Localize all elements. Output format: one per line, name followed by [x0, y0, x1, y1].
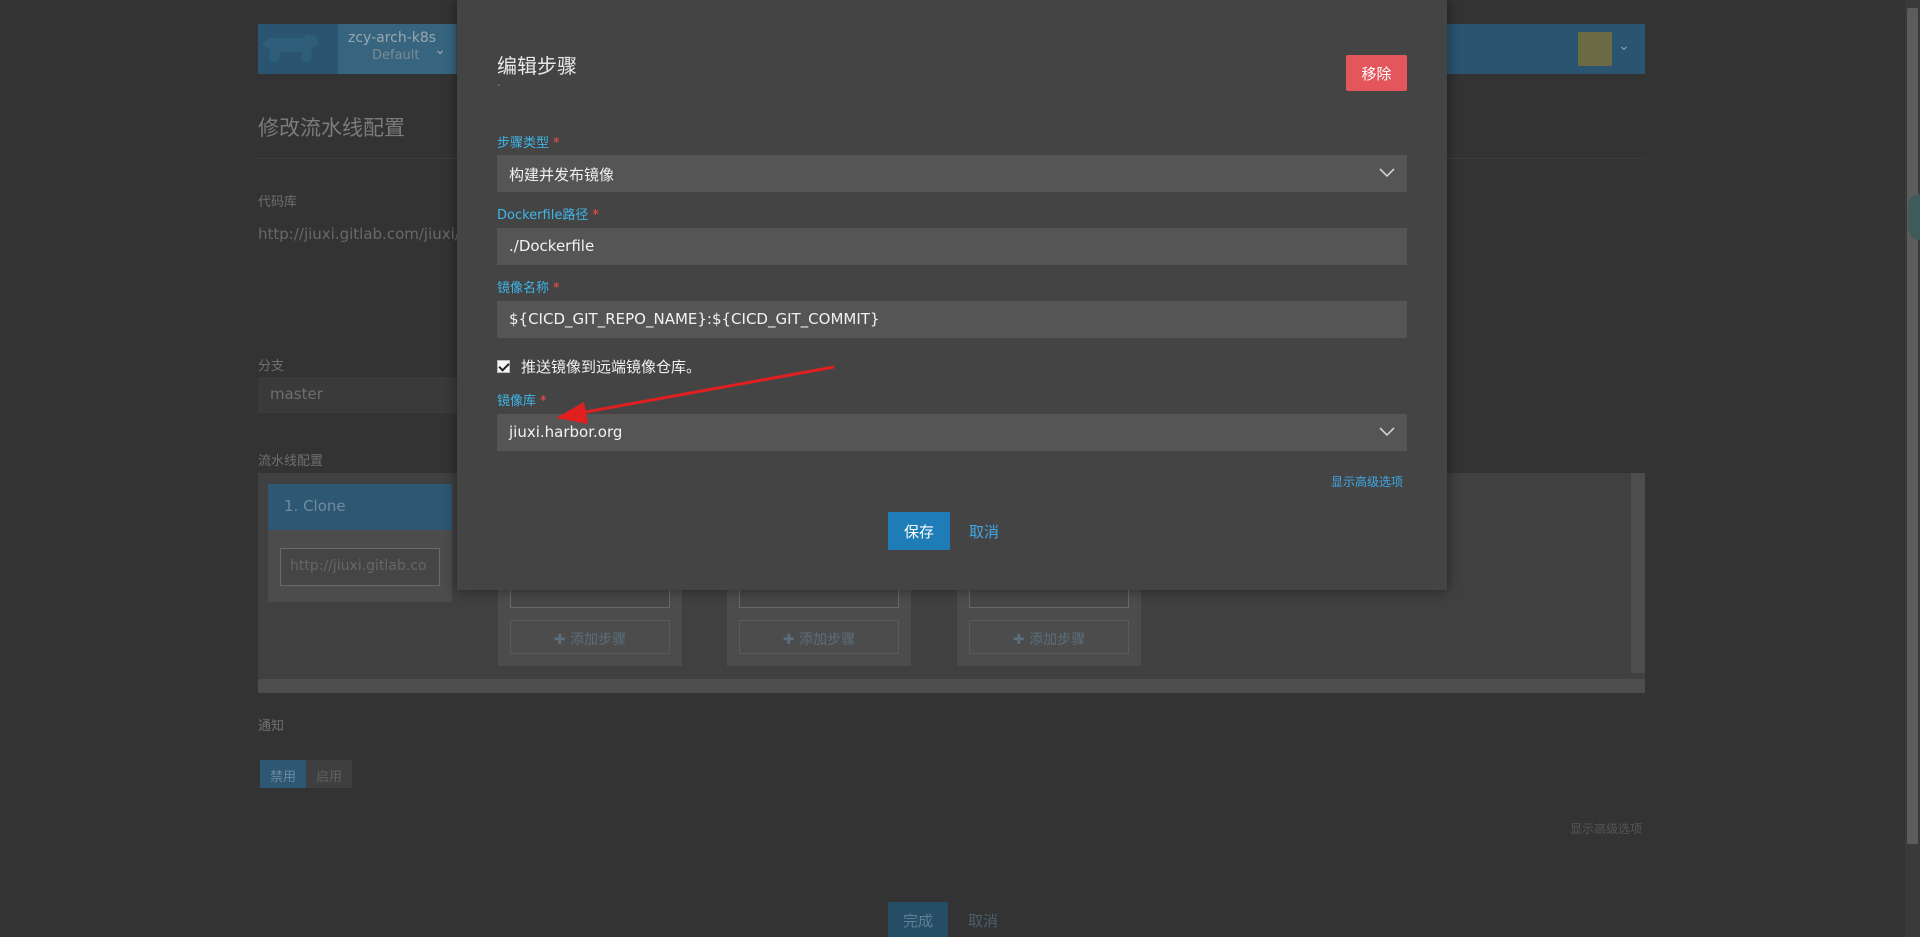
pipeline-label: 流水线配置: [258, 454, 324, 469]
registry-select[interactable]: jiuxi.harbor.org: [497, 414, 1407, 451]
add-step-label: 添加步骤: [1029, 632, 1086, 648]
branch-select[interactable]: master: [258, 377, 458, 413]
notify-disable-button[interactable]: 禁用: [260, 760, 307, 788]
dockerfile-input[interactable]: ./Dockerfile: [497, 228, 1407, 265]
page-cancel-link[interactable]: 取消: [968, 910, 998, 931]
branch-label: 分支: [258, 359, 285, 374]
add-step-label: 添加步骤: [570, 632, 627, 648]
repo-url: http://jiuxi.gitlab.com/jiuxi/c: [258, 225, 469, 243]
chevron-down-icon: [1379, 168, 1395, 178]
add-step-button[interactable]: ✚ 添加步骤: [739, 620, 899, 654]
stage-clone-body: http://jiuxi.gitlab.co: [268, 530, 452, 602]
chevron-down-icon: ⌄: [434, 42, 446, 58]
required-marker: *: [553, 136, 560, 151]
horizontal-scrollbar[interactable]: [258, 679, 1645, 693]
dockerfile-label-text: Dockerfile路径: [497, 208, 589, 223]
notify-enable-button[interactable]: 启用: [306, 760, 353, 788]
notify-label: 通知: [258, 719, 285, 734]
dockerfile-label: Dockerfile路径 *: [497, 204, 599, 223]
page-title: 修改流水线配置: [258, 116, 405, 140]
required-marker: *: [592, 208, 599, 223]
registry-label-text: 镜像库: [497, 394, 537, 409]
registry-value: jiuxi.harbor.org: [509, 423, 623, 441]
image-name-input[interactable]: ${CICD_GIT_REPO_NAME}:${CICD_GIT_COMMIT}: [497, 301, 1407, 338]
push-image-row: 推送镜像到远端镜像仓库。: [497, 356, 701, 377]
stage-clone-header[interactable]: 1. Clone: [268, 484, 452, 538]
remove-button[interactable]: 移除: [1346, 55, 1407, 91]
add-step-button[interactable]: ✚ 添加步骤: [969, 620, 1129, 654]
edit-step-modal: 编辑步骤 - 移除 步骤类型 * 构建并发布镜像 Dockerfile路径 * ./…: [457, 0, 1447, 590]
registry-label: 镜像库 *: [497, 390, 547, 409]
add-step-label: 添加步骤: [799, 632, 856, 648]
stage-clone-url[interactable]: http://jiuxi.gitlab.co: [280, 548, 440, 586]
cluster-selector[interactable]: zcy-arch-k8s Default ⌄: [338, 24, 456, 74]
side-widget[interactable]: [1908, 194, 1920, 240]
modal-subtitle: -: [497, 80, 501, 91]
cancel-link[interactable]: 取消: [969, 521, 999, 542]
step-type-label: 步骤类型 *: [497, 132, 560, 151]
chevron-down-icon: [1379, 427, 1395, 437]
advanced-options-link[interactable]: 显示高级选项: [1570, 820, 1642, 837]
show-advanced-options-link[interactable]: 显示高级选项: [1331, 473, 1403, 490]
rancher-logo-icon: [262, 34, 318, 62]
step-type-value: 构建并发布镜像: [509, 166, 615, 184]
repo-label: 代码库: [258, 195, 298, 210]
required-marker: *: [553, 281, 560, 296]
push-image-checkbox[interactable]: [497, 360, 510, 373]
done-button[interactable]: 完成: [888, 902, 948, 937]
image-name-label-text: 镜像名称: [497, 281, 550, 296]
step-type-label-text: 步骤类型: [497, 136, 550, 151]
step-type-select[interactable]: 构建并发布镜像: [497, 155, 1407, 192]
required-marker: *: [540, 394, 547, 409]
image-name-label: 镜像名称 *: [497, 277, 560, 296]
modal-title: 编辑步骤: [497, 54, 577, 78]
chevron-down-icon[interactable]: ⌄: [1618, 38, 1630, 54]
user-avatar[interactable]: [1578, 32, 1612, 66]
vertical-scrollbar[interactable]: [1631, 473, 1645, 673]
window-scrollbar-thumb[interactable]: [1907, 8, 1918, 844]
save-button[interactable]: 保存: [888, 512, 950, 550]
notify-toggle: 禁用 启用: [260, 760, 353, 788]
add-step-button[interactable]: ✚ 添加步骤: [510, 620, 670, 654]
push-image-label: 推送镜像到远端镜像仓库。: [521, 358, 702, 376]
